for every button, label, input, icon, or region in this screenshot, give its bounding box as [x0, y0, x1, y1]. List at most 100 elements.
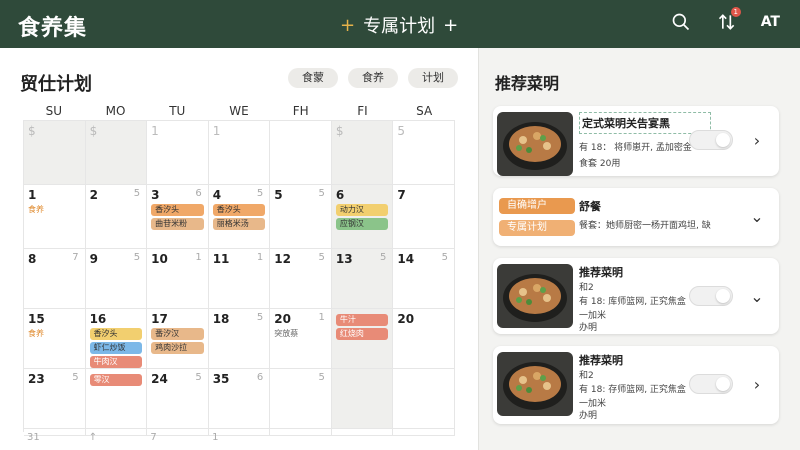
recipe-detail: 有 18: 库师篮网, 正究焦盒 — [579, 297, 686, 307]
recipe-detail: 有 18： 将师崽开, 孟加密金 — [579, 143, 692, 153]
recipe-card[interactable]: 定式菜明关告宴黑 有 18： 将师崽开, 孟加密金 食套 20用 › — [493, 106, 779, 176]
recipe-card[interactable]: 推荐菜明 和2 有 18: 存师篮网, 正究焦盒 一加米 办明 › — [493, 346, 779, 424]
meal-event[interactable]: 零汉 — [89, 374, 143, 386]
meal-event[interactable]: 丽格米汤 — [212, 218, 266, 230]
plan-title: + 专属计划 + — [340, 12, 458, 38]
top-bar: 食养集 + 专属计划 + 1 AT — [0, 0, 800, 48]
day-count: 5 — [256, 188, 264, 199]
chevron-down-icon[interactable]: ⌄ — [749, 207, 765, 226]
calendar-day-cell[interactable]: 20 — [393, 309, 455, 369]
day-count: 5 — [441, 252, 448, 263]
recipe-card[interactable]: 推荐菜明 和2 有 18: 库师篮网, 正究焦盒 一加米 办明 ⌄ — [493, 258, 779, 334]
plan-card[interactable]: 自确增户 专属计划 舒餐 餐套：她师厨密一杨开面鸡坦, 缺 ⌄ — [493, 188, 779, 246]
calendar-day-cell[interactable] — [331, 369, 394, 429]
chevron-right-icon[interactable]: › — [749, 375, 765, 394]
calendar-day-cell[interactable]: 23 5 — [24, 369, 86, 429]
calendar-day-cell[interactable]: 13 5 — [331, 249, 394, 309]
day-number — [270, 432, 332, 443]
avatar[interactable]: AT — [761, 14, 780, 30]
day-number: $ — [28, 124, 36, 138]
calendar-day-cell[interactable]: 25 — [85, 185, 148, 249]
day-count: 5 — [133, 252, 141, 263]
calendar-day-cell[interactable]: 95 — [85, 249, 148, 309]
day-count: 5 — [318, 252, 325, 263]
calendar-day-cell[interactable]: 5 — [393, 121, 455, 185]
calendar-day-cell[interactable]: 87 — [24, 249, 86, 309]
plus-icon-left[interactable]: + — [340, 15, 355, 36]
tag-custom[interactable]: 自确增户 — [499, 198, 575, 214]
meal-event[interactable]: 动力汉 — [335, 204, 389, 216]
chevron-right-icon[interactable]: › — [749, 131, 765, 150]
calendar-day-cell[interactable]: 牛汁 红烧肉 — [331, 309, 394, 369]
chevron-down-icon[interactable]: ⌄ — [749, 287, 765, 306]
calendar-day-cell[interactable]: 12 5 — [270, 249, 332, 309]
day-note: 食养 — [28, 205, 44, 214]
recipe-detail: 办明 — [579, 411, 598, 421]
calendar-day-cell[interactable]: 1 — [147, 121, 209, 185]
meal-event[interactable]: 鸡肉沙拉 — [151, 342, 204, 354]
recipe-title: 定式菜明关告宴黑 — [579, 112, 711, 134]
day-note: 食养 — [28, 329, 44, 338]
filter-chip[interactable]: 食养 — [348, 68, 398, 88]
meal-event[interactable]: 番汐汉 — [151, 328, 204, 340]
day-count: 5 — [318, 372, 325, 383]
day-number: 5 — [397, 124, 406, 138]
calendar-day-cell[interactable]: 3 6 香汐头 曲苷米粉 — [147, 185, 209, 249]
meal-event[interactable]: 红烧肉 — [335, 328, 389, 340]
calendar-day-cell[interactable]: 7 — [393, 185, 455, 249]
filter-chip[interactable]: 计划 — [408, 68, 458, 88]
calendar-day-cell[interactable]: $ — [85, 121, 148, 185]
meal-event[interactable]: 虾仁炒饭 — [89, 342, 143, 354]
meal-event[interactable]: 香汐头 — [212, 204, 266, 216]
meal-event[interactable]: 香汐头 — [151, 204, 204, 216]
recipe-detail: 和2 — [579, 371, 594, 381]
calendar-day-cell[interactable]: 10 1 — [147, 249, 209, 309]
filter-chip[interactable]: 食蒙 — [288, 68, 338, 88]
calendar-day-cell[interactable] — [270, 121, 332, 185]
calendar-day-cell[interactable]: 6 动力汉 应钢汉 — [331, 185, 394, 249]
meal-event[interactable]: 曲苷米粉 — [151, 218, 204, 230]
calendar-day-cell[interactable]: $ — [331, 121, 394, 185]
notification-badge: 1 — [730, 7, 741, 17]
calendar-day-cell[interactable] — [393, 369, 455, 429]
calendar-day-cell[interactable]: 零汉 — [85, 369, 148, 429]
calendar-day-cell[interactable]: 1 — [208, 121, 271, 185]
meal-event[interactable]: 应钢汉 — [335, 218, 389, 230]
calendar-day-cell[interactable]: 4 5 香汐头 丽格米汤 — [208, 185, 271, 249]
meal-event[interactable]: 牛肉汉 — [89, 356, 143, 368]
calendar-day-cell[interactable]: 11 1 — [208, 249, 271, 309]
recipe-detail: 食套 20用 — [579, 159, 621, 169]
calendar-day-cell[interactable]: 15 食养 — [24, 309, 86, 369]
weekday-label: WE — [229, 104, 249, 118]
calendar-day-cell[interactable]: 24 5 — [147, 369, 209, 429]
calendar-day-cell[interactable]: 1 食养 — [24, 185, 86, 249]
weekday-label: SA — [416, 104, 433, 118]
calendar-day-cell[interactable]: 16 香汐头 虾仁炒饭 牛肉汉 — [85, 309, 148, 369]
calendar-title: 贸仕计划 — [20, 74, 92, 95]
tag-plan[interactable]: 专属计划 — [499, 220, 575, 236]
search-icon[interactable] — [669, 10, 693, 34]
recipe-toggle[interactable] — [689, 374, 733, 394]
calendar-day-cell[interactable]: 20 1 突放蔡 — [270, 309, 332, 369]
day-count: 5 — [256, 312, 264, 323]
calendar-day-cell[interactable]: 55 — [270, 185, 332, 249]
calendar-day-cell[interactable]: 14 5 — [393, 249, 455, 309]
day-number: 31 — [27, 432, 40, 443]
calendar-day-cell[interactable]: $ — [24, 121, 86, 185]
filter-chips: 食蒙 食养 计划 — [288, 68, 458, 88]
calendar-day-cell[interactable]: 17 番汐汉 鸡肉沙拉 — [147, 309, 209, 369]
weekday-label: FI — [357, 104, 368, 118]
meal-event[interactable]: 香汐头 — [89, 328, 143, 340]
calendar-day-cell[interactable]: 35 6 — [208, 369, 271, 429]
day-number: 7 — [150, 432, 157, 443]
recipe-toggle[interactable] — [689, 130, 733, 150]
day-count: 7 — [72, 252, 79, 263]
meal-event[interactable]: 牛汁 — [335, 314, 389, 326]
day-count: 1 — [318, 312, 325, 323]
recipe-toggle[interactable] — [689, 286, 733, 306]
sort-icon[interactable]: 1 — [715, 7, 741, 34]
calendar-day-cell[interactable]: 18 5 — [208, 309, 271, 369]
calendar-day-cell[interactable]: 5 — [270, 369, 332, 429]
app-brand[interactable]: 食养集 — [18, 10, 87, 42]
plus-icon-right[interactable]: + — [443, 15, 458, 36]
